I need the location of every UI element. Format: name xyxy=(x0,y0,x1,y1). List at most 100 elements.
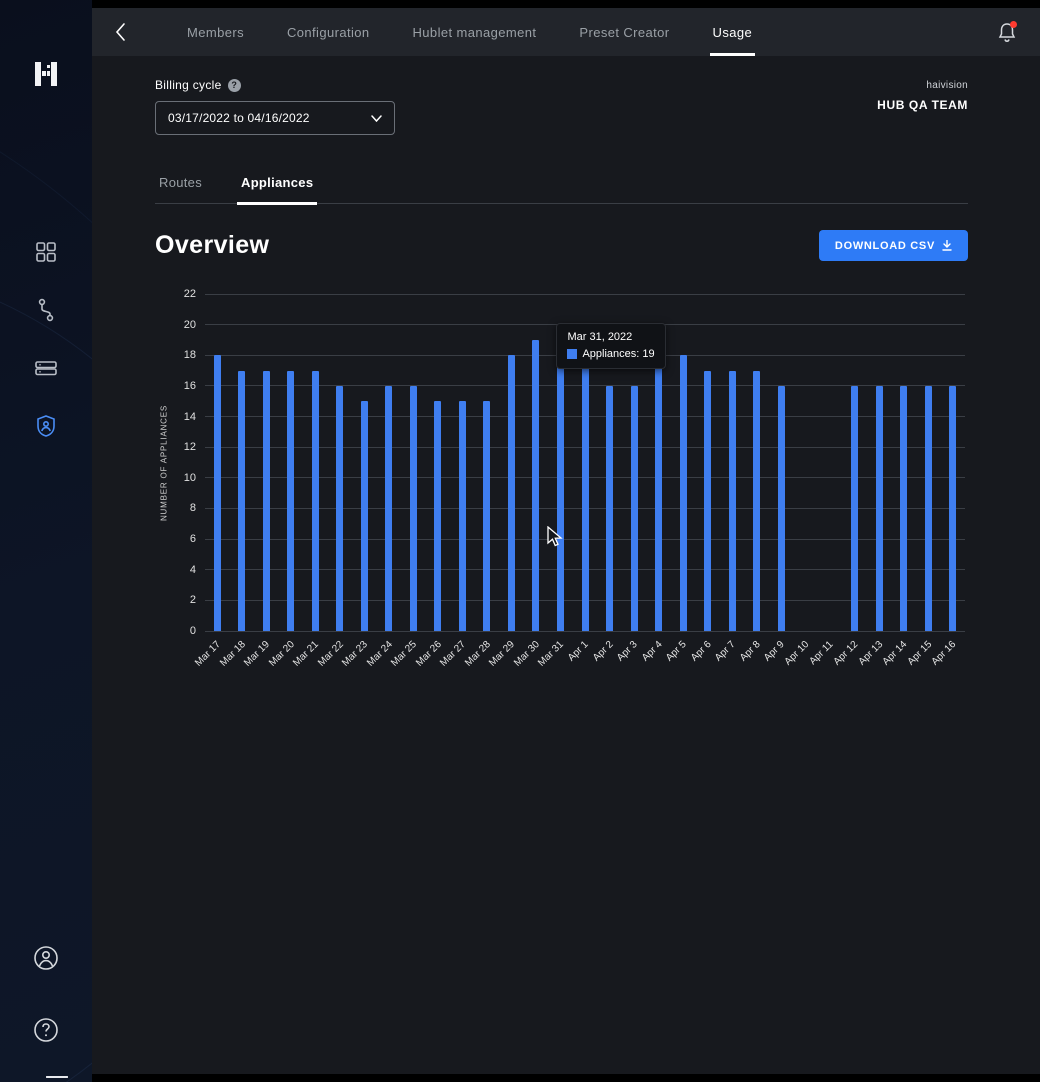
subtab-appliances[interactable]: Appliances xyxy=(237,175,317,203)
x-tick-label: Mar 30 xyxy=(512,639,542,669)
bar-mar-17[interactable] xyxy=(214,355,221,631)
menu-icon[interactable] xyxy=(24,116,68,160)
x-tick-label: Apr 5 xyxy=(664,639,689,664)
topnav-tabs: Members Configuration Hublet management Pre… xyxy=(184,8,792,56)
x-tick-label: Mar 24 xyxy=(365,639,395,669)
x-tick-label: Mar 20 xyxy=(267,639,297,669)
bar-mar-29[interactable] xyxy=(508,355,515,631)
y-tick-label: 2 xyxy=(190,594,196,606)
x-tick-label: Apr 8 xyxy=(738,639,763,664)
x-tick-label: Mar 29 xyxy=(487,639,517,669)
x-tick-label: Mar 25 xyxy=(389,639,419,669)
bar-mar-26[interactable] xyxy=(434,401,441,631)
bar-apr-15[interactable] xyxy=(925,386,932,631)
y-tick-label: 10 xyxy=(184,472,196,484)
y-tick-label: 14 xyxy=(184,411,196,423)
x-tick-label: Apr 16 xyxy=(930,639,959,668)
bar-apr-3[interactable] xyxy=(631,386,638,631)
routes-icon[interactable] xyxy=(24,288,68,332)
billing-row: Billing cycle ? 03/17/2022 to 04/16/2022… xyxy=(155,78,968,135)
topnav-tab-preset-creator[interactable]: Preset Creator xyxy=(576,8,672,56)
bar-mar-21[interactable] xyxy=(312,371,319,631)
y-tick-label: 20 xyxy=(184,319,196,331)
bar-mar-27[interactable] xyxy=(459,401,466,631)
dashboard-grid-icon[interactable] xyxy=(24,230,68,274)
bar-mar-19[interactable] xyxy=(263,371,270,631)
topnav-tab-members[interactable]: Members xyxy=(184,8,247,56)
appliances-chart: NUMBER OF APPLIANCES 0246810121416182022… xyxy=(155,294,968,693)
x-tick-label: Mar 17 xyxy=(193,639,223,669)
bar-apr-14[interactable] xyxy=(900,386,907,631)
notification-bell-icon[interactable] xyxy=(994,19,1020,45)
x-tick-label: Mar 27 xyxy=(438,639,468,669)
bar-apr-13[interactable] xyxy=(876,386,883,631)
x-tick-label: Apr 4 xyxy=(640,639,665,664)
bar-mar-28[interactable] xyxy=(483,401,490,631)
y-tick-label: 0 xyxy=(190,625,196,637)
download-csv-label: DOWNLOAD CSV xyxy=(835,240,935,252)
bar-apr-16[interactable] xyxy=(949,386,956,631)
account-icon[interactable] xyxy=(24,936,68,980)
bar-mar-20[interactable] xyxy=(287,371,294,631)
y-tick-label: 4 xyxy=(190,564,196,576)
bar-mar-25[interactable] xyxy=(410,386,417,631)
sidebar-bottom xyxy=(24,936,68,1052)
chevron-down-icon xyxy=(371,115,382,122)
x-tick-label: Mar 28 xyxy=(463,639,493,669)
team-name: HUB QA TEAM xyxy=(877,98,968,112)
x-tick-label: Apr 7 xyxy=(713,639,738,664)
question-circle-icon[interactable]: ? xyxy=(228,79,241,92)
bar-mar-22[interactable] xyxy=(336,386,343,631)
help-icon[interactable] xyxy=(24,1008,68,1052)
bar-mar-30[interactable] xyxy=(532,340,539,631)
chart-tooltip: Mar 31, 2022 Appliances: 19 xyxy=(556,323,665,369)
top-navigation: Members Configuration Hublet management Pre… xyxy=(92,8,1040,56)
bar-mar-18[interactable] xyxy=(238,371,245,631)
bar-apr-12[interactable] xyxy=(851,386,858,631)
x-tick-label: Apr 6 xyxy=(689,639,714,664)
bar-apr-7[interactable] xyxy=(729,371,736,631)
content-area: Billing cycle ? 03/17/2022 to 04/16/2022… xyxy=(92,56,1040,1074)
x-tick-label: Apr 12 xyxy=(832,639,861,668)
app-window: Members Configuration Hublet management Pre… xyxy=(0,0,1040,1082)
y-tick-label: 16 xyxy=(184,380,196,392)
topnav-tab-usage[interactable]: Usage xyxy=(710,8,756,56)
bar-mar-31[interactable] xyxy=(557,340,564,631)
chart-plot: Mar 31, 2022 Appliances: 19 xyxy=(205,294,965,631)
y-tick-label: 8 xyxy=(190,502,196,514)
y-tick-label: 12 xyxy=(184,441,196,453)
chevron-left-icon[interactable] xyxy=(108,19,134,45)
bar-apr-6[interactable] xyxy=(704,371,711,631)
main-column: Members Configuration Hublet management Pre… xyxy=(92,0,1040,1082)
sidebar-nav xyxy=(24,230,68,448)
bar-apr-5[interactable] xyxy=(680,355,687,631)
bar-mar-23[interactable] xyxy=(361,401,368,631)
download-csv-button[interactable]: DOWNLOAD CSV xyxy=(819,230,968,261)
appliances-icon[interactable] xyxy=(24,346,68,390)
bar-apr-4[interactable] xyxy=(655,355,662,631)
subtabs: Routes Appliances xyxy=(155,175,968,204)
bar-apr-1[interactable] xyxy=(582,355,589,631)
y-tick-label: 22 xyxy=(184,288,196,300)
security-shield-icon[interactable] xyxy=(24,404,68,448)
sidebar xyxy=(0,0,92,1082)
x-tick-label: Apr 11 xyxy=(808,639,836,667)
billing-cycle-value: 03/17/2022 to 04/16/2022 xyxy=(168,111,310,125)
topnav-tab-configuration[interactable]: Configuration xyxy=(284,8,373,56)
chart-yticks: 0246810121416182022 xyxy=(173,294,205,631)
bar-apr-9[interactable] xyxy=(778,386,785,631)
bar-apr-2[interactable] xyxy=(606,386,613,631)
x-tick-label: Mar 22 xyxy=(316,639,346,669)
subtab-routes[interactable]: Routes xyxy=(155,175,206,203)
billing-cycle-select[interactable]: 03/17/2022 to 04/16/2022 xyxy=(155,101,395,135)
x-tick-label: Mar 26 xyxy=(414,639,444,669)
team-block: haivision HUB QA TEAM xyxy=(877,80,968,112)
bar-mar-24[interactable] xyxy=(385,386,392,631)
topnav-tab-hublet-management[interactable]: Hublet management xyxy=(410,8,540,56)
tooltip-date: Mar 31, 2022 xyxy=(567,331,654,343)
chart-xticks: Mar 17Mar 18Mar 19Mar 20Mar 21Mar 22Mar … xyxy=(205,631,965,693)
tooltip-series-swatch xyxy=(567,349,577,359)
bar-apr-8[interactable] xyxy=(753,371,760,631)
billing-cycle-label: Billing cycle xyxy=(155,78,222,92)
x-tick-label: Apr 13 xyxy=(856,639,885,668)
